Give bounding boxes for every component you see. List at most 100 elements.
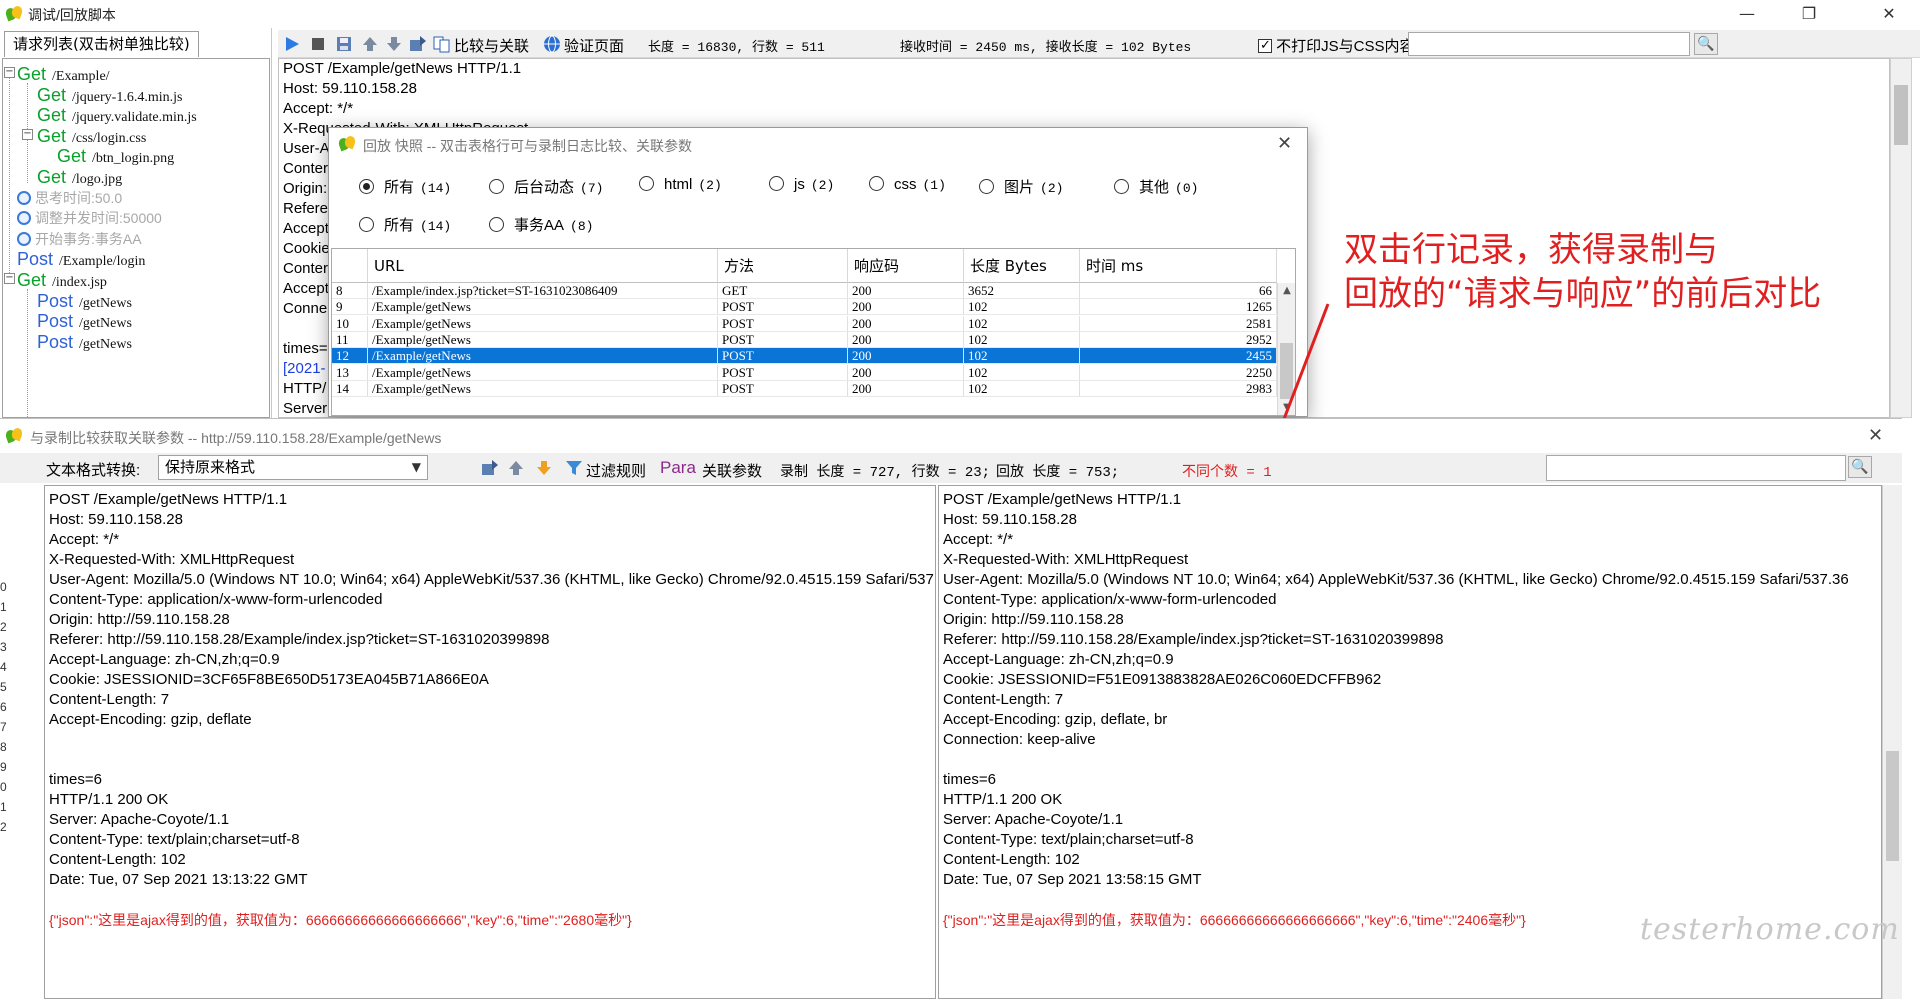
table-cell-method: POST (718, 299, 848, 316)
tree-item[interactable]: Get/jquery.validate.min.js (37, 104, 197, 126)
tab-request-list[interactable]: 请求列表(双击树单独比较) (4, 31, 199, 57)
tree-item[interactable]: Post/getNews (37, 331, 132, 353)
radio-button-icon[interactable] (979, 179, 994, 194)
text-line: Host: 59.110.158.28 (49, 511, 183, 528)
compare-search-button[interactable]: 🔍 (1848, 456, 1872, 478)
no-print-option[interactable]: 不打印JS与CSS内容 (1258, 35, 1415, 56)
tree-item[interactable]: Get/btn_login.png (57, 145, 174, 167)
radio-button-icon[interactable] (769, 176, 784, 191)
tree-item[interactable]: Get/logo.jpg (37, 166, 122, 188)
table-row[interactable]: 11/Example/getNews POST 200 102 2952 (332, 331, 1277, 348)
toolbar-search-button[interactable]: 🔍 (1694, 33, 1718, 55)
text-line (943, 750, 1881, 770)
line-number: 5 (0, 680, 7, 694)
line-number: 1 (0, 600, 7, 614)
col-header-code[interactable]: 响应码 (848, 249, 964, 283)
filter-radio[interactable]: 其他 (0) (1114, 176, 1198, 197)
export-icon[interactable] (408, 34, 428, 54)
compare-close-button[interactable]: ✕ (1868, 425, 1883, 446)
filter-icon[interactable] (564, 458, 584, 478)
filter-radio[interactable]: 事务AA (8) (489, 214, 593, 235)
save-icon[interactable] (334, 34, 354, 54)
no-print-checkbox[interactable] (1258, 37, 1272, 53)
table-cell-url: /Example/getNews (368, 299, 718, 316)
text-line: Content-Length: 7 (943, 691, 1064, 708)
play-icon[interactable] (282, 34, 302, 54)
format-select[interactable]: 保持原来格式 ▼ (158, 455, 428, 480)
table-row[interactable]: 9/Example/getNews POST 200 102 1265 (332, 299, 1277, 316)
col-header-time[interactable]: 时间 ms (1080, 249, 1277, 283)
tree-item[interactable]: Post/getNews (37, 290, 132, 312)
col-header-url[interactable]: URL (368, 249, 718, 283)
request-tree: Get/Example/Get/jquery-1.6.4.min.js Get/j… (2, 58, 270, 418)
filter-rules-button[interactable]: 过滤规则 (586, 460, 646, 481)
tree-item-method: Get (17, 64, 47, 84)
tree-item[interactable]: Get/Example/ (17, 63, 110, 85)
table-row[interactable]: 13/Example/getNews POST 200 102 2250 (332, 364, 1277, 381)
text-line: Server: Apache-Coyote/1.1 (49, 811, 230, 828)
col-header-length[interactable]: 长度 Bytes (964, 249, 1080, 283)
stop-icon[interactable] (308, 34, 328, 54)
close-button[interactable]: ✕ (1866, 2, 1912, 26)
minimize-button[interactable]: — (1724, 2, 1770, 26)
radio-button-icon[interactable] (869, 176, 884, 191)
text-line: Referer: http://59.110.158.28/Example/in… (943, 631, 1444, 648)
export-icon[interactable] (480, 458, 500, 478)
snapshot-table: URL 方法 响应码 长度 Bytes 时间 ms 8/Example/inde… (331, 248, 1296, 416)
assoc-param-button[interactable]: 关联参数 (702, 460, 762, 481)
filter-radio[interactable]: css (1) (869, 176, 946, 193)
filter-radio[interactable]: 后台动态 (7) (489, 176, 603, 197)
scroll-up-icon[interactable]: ▲ (1278, 285, 1295, 296)
radio-button-icon[interactable] (489, 217, 504, 232)
table-row[interactable]: 10/Example/getNews POST 200 102 2581 (332, 315, 1277, 332)
toolbar-search-input[interactable] (1408, 32, 1690, 56)
table-row[interactable]: 14/Example/getNews POST 200 102 2983 (332, 380, 1277, 397)
table-row[interactable]: 12/Example/getNews POST 200 102 2455 (332, 348, 1277, 365)
col-header-method[interactable]: 方法 (718, 249, 848, 283)
tree-item[interactable]: Get/css/login.css (37, 125, 146, 147)
compare-toolbar: 文本格式转换: 保持原来格式 ▼ 过滤规则 Para 关联参数 录制 长度 = … (0, 453, 1902, 483)
para-icon[interactable]: Para (660, 458, 696, 478)
format-label: 文本格式转换: (46, 462, 141, 479)
filter-radio[interactable]: 所有 (14) (359, 176, 451, 197)
collapse-toggle-icon[interactable]: − (4, 273, 15, 284)
radio-button-icon[interactable] (1114, 179, 1129, 194)
tree-item[interactable]: Post/Example/login (17, 248, 145, 270)
window-title: 调试/回放脚本 (28, 7, 116, 23)
tree-item[interactable]: 开始事务:事务AA (17, 228, 142, 250)
line-number: 9 (0, 760, 7, 774)
tree-item[interactable]: 调整并发时间:50000 (17, 207, 162, 229)
verify-page-button[interactable]: 验证页面 (564, 35, 624, 56)
globe-icon[interactable] (542, 34, 562, 54)
filter-radio[interactable]: 图片 (2) (979, 176, 1063, 197)
arrow-down-icon[interactable] (534, 458, 554, 478)
table-row[interactable]: 8/Example/index.jsp?ticket=ST-1631023086… (332, 283, 1277, 299)
compare-button[interactable]: 比较与关联 (454, 35, 529, 56)
compare-search-input[interactable] (1546, 455, 1846, 481)
radio-button-icon[interactable] (639, 176, 654, 191)
maximize-button[interactable]: ❐ (1786, 2, 1832, 26)
tree-item[interactable]: Get/index.jsp (17, 269, 107, 291)
snapshot-close-button[interactable]: ✕ (1277, 133, 1292, 154)
arrow-up-icon[interactable] (506, 458, 526, 478)
arrow-up-icon[interactable] (360, 34, 380, 54)
compare-icon[interactable] (432, 34, 452, 54)
radio-button-icon[interactable] (359, 179, 374, 194)
radio-button-icon[interactable] (359, 217, 374, 232)
tree-item[interactable]: 思考时间:50.0 (17, 187, 122, 209)
arrow-down-icon[interactable] (384, 34, 404, 54)
filter-radio[interactable]: js (2) (769, 176, 834, 193)
clock-icon (17, 211, 31, 226)
collapse-toggle-icon[interactable]: − (4, 67, 15, 78)
tree-item[interactable]: Get/jquery-1.6.4.min.js (37, 84, 182, 106)
main-vertical-scrollbar[interactable] (1890, 58, 1912, 418)
recorded-pane[interactable]: POST /Example/getNews HTTP/1.1 Host: 59.1… (44, 485, 936, 999)
line-number: 2 (0, 620, 7, 634)
filter-radio[interactable]: html (2) (639, 176, 722, 193)
text-line: Date: Tue, 07 Sep 2021 13:13:22 GMT (49, 871, 308, 888)
radio-button-icon[interactable] (489, 179, 504, 194)
collapse-toggle-icon[interactable]: − (22, 129, 33, 140)
filter-radio[interactable]: 所有 (14) (359, 214, 451, 235)
annotation-callout: 双击行记录，获得录制与 回放的“请求与响应”的前后对比 (1344, 228, 1821, 316)
tree-item[interactable]: Post/getNews (37, 310, 132, 332)
